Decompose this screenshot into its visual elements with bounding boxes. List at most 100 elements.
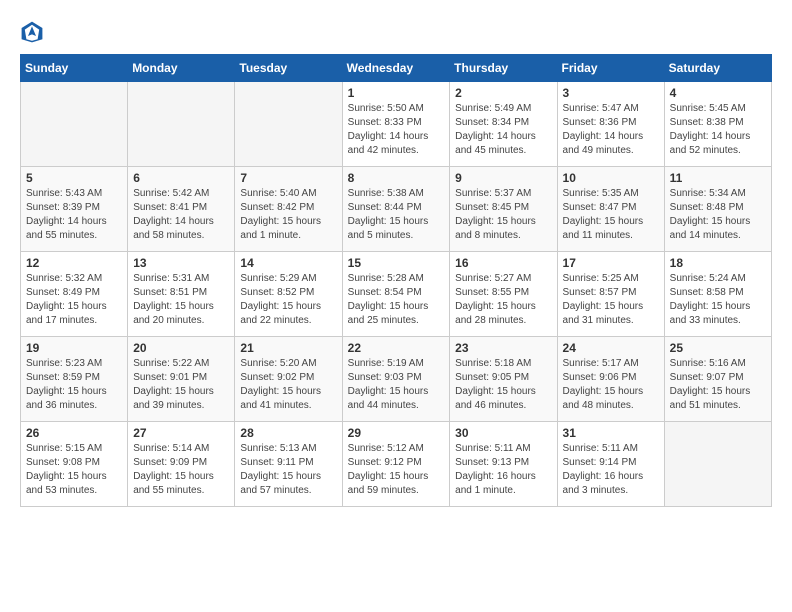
calendar-week-row: 1 Sunrise: 5:50 AM Sunset: 8:33 PM Daylig… [21,82,772,167]
day-number: 3 [563,86,659,100]
day-number: 1 [348,86,445,100]
weekday-header-sunday: Sunday [21,55,128,82]
calendar-day-cell: 30 Sunrise: 5:11 AM Sunset: 9:13 PM Dayli… [450,422,557,507]
calendar-day-cell: 7 Sunrise: 5:40 AM Sunset: 8:42 PM Daylig… [235,167,342,252]
day-info: Sunrise: 5:24 AM Sunset: 8:58 PM Dayligh… [670,272,766,328]
day-info: Sunrise: 5:31 AM Sunset: 8:51 PM Dayligh… [133,272,229,328]
calendar-day-cell: 22 Sunrise: 5:19 AM Sunset: 9:03 PM Dayli… [342,337,450,422]
generalblue-logo-icon [20,20,44,44]
day-info: Sunrise: 5:18 AM Sunset: 9:05 PM Dayligh… [455,357,551,413]
day-info: Sunrise: 5:16 AM Sunset: 9:07 PM Dayligh… [670,357,766,413]
day-info: Sunrise: 5:49 AM Sunset: 8:34 PM Dayligh… [455,102,551,158]
day-number: 11 [670,171,766,185]
calendar-week-row: 26 Sunrise: 5:15 AM Sunset: 9:08 PM Dayli… [21,422,772,507]
day-info: Sunrise: 5:47 AM Sunset: 8:36 PM Dayligh… [563,102,659,158]
calendar-day-cell [21,82,128,167]
day-info: Sunrise: 5:14 AM Sunset: 9:09 PM Dayligh… [133,442,229,498]
day-info: Sunrise: 5:28 AM Sunset: 8:54 PM Dayligh… [348,272,445,328]
weekday-header-saturday: Saturday [664,55,771,82]
day-number: 15 [348,256,445,270]
day-number: 20 [133,341,229,355]
page-header [20,20,772,44]
weekday-header-monday: Monday [128,55,235,82]
calendar-day-cell: 17 Sunrise: 5:25 AM Sunset: 8:57 PM Dayli… [557,252,664,337]
calendar-day-cell: 18 Sunrise: 5:24 AM Sunset: 8:58 PM Dayli… [664,252,771,337]
day-number: 22 [348,341,445,355]
calendar-day-cell: 20 Sunrise: 5:22 AM Sunset: 9:01 PM Dayli… [128,337,235,422]
day-number: 6 [133,171,229,185]
calendar-day-cell: 25Sunrise: 5:16 AM Sunset: 9:07 PM Dayli… [664,337,771,422]
day-info: Sunrise: 5:45 AM Sunset: 8:38 PM Dayligh… [670,102,766,158]
calendar-day-cell: 14 Sunrise: 5:29 AM Sunset: 8:52 PM Dayli… [235,252,342,337]
calendar-day-cell: 24 Sunrise: 5:17 AM Sunset: 9:06 PM Dayli… [557,337,664,422]
calendar-day-cell: 4 Sunrise: 5:45 AM Sunset: 8:38 PM Daylig… [664,82,771,167]
calendar-header-row: SundayMondayTuesdayWednesdayThursdayFrid… [21,55,772,82]
day-number: 27 [133,426,229,440]
weekday-header-friday: Friday [557,55,664,82]
day-number: 18 [670,256,766,270]
day-info: Sunrise: 5:35 AM Sunset: 8:47 PM Dayligh… [563,187,659,243]
calendar-day-cell [235,82,342,167]
day-info: Sunrise: 5:22 AM Sunset: 9:01 PM Dayligh… [133,357,229,413]
day-number: 12 [26,256,122,270]
day-number: 14 [240,256,336,270]
day-number: 29 [348,426,445,440]
day-number: 17 [563,256,659,270]
day-info: Sunrise: 5:23 AM Sunset: 8:59 PM Dayligh… [26,357,122,413]
logo [20,20,48,44]
calendar-day-cell: 5Sunrise: 5:43 AM Sunset: 8:39 PM Daylig… [21,167,128,252]
day-info: Sunrise: 5:20 AM Sunset: 9:02 PM Dayligh… [240,357,336,413]
day-number: 26 [26,426,122,440]
day-number: 13 [133,256,229,270]
calendar-week-row: 19Sunrise: 5:23 AM Sunset: 8:59 PM Dayli… [21,337,772,422]
day-info: Sunrise: 5:19 AM Sunset: 9:03 PM Dayligh… [348,357,445,413]
day-info: Sunrise: 5:38 AM Sunset: 8:44 PM Dayligh… [348,187,445,243]
calendar-day-cell: 16 Sunrise: 5:27 AM Sunset: 8:55 PM Dayli… [450,252,557,337]
day-info: Sunrise: 5:25 AM Sunset: 8:57 PM Dayligh… [563,272,659,328]
calendar-day-cell: 29 Sunrise: 5:12 AM Sunset: 9:12 PM Dayli… [342,422,450,507]
day-number: 8 [348,171,445,185]
day-info: Sunrise: 5:37 AM Sunset: 8:45 PM Dayligh… [455,187,551,243]
calendar-day-cell [128,82,235,167]
calendar-day-cell: 3 Sunrise: 5:47 AM Sunset: 8:36 PM Daylig… [557,82,664,167]
day-info: Sunrise: 5:11 AM Sunset: 9:14 PM Dayligh… [563,442,659,498]
day-number: 4 [670,86,766,100]
day-info: Sunrise: 5:15 AM Sunset: 9:08 PM Dayligh… [26,442,122,498]
calendar-day-cell: 1 Sunrise: 5:50 AM Sunset: 8:33 PM Daylig… [342,82,450,167]
day-info: Sunrise: 5:13 AM Sunset: 9:11 PM Dayligh… [240,442,336,498]
calendar-day-cell: 6 Sunrise: 5:42 AM Sunset: 8:41 PM Daylig… [128,167,235,252]
day-number: 31 [563,426,659,440]
day-number: 24 [563,341,659,355]
calendar-day-cell: 27 Sunrise: 5:14 AM Sunset: 9:09 PM Dayli… [128,422,235,507]
calendar-day-cell: 9 Sunrise: 5:37 AM Sunset: 8:45 PM Daylig… [450,167,557,252]
day-number: 16 [455,256,551,270]
day-info: Sunrise: 5:29 AM Sunset: 8:52 PM Dayligh… [240,272,336,328]
day-number: 21 [240,341,336,355]
calendar-day-cell: 23Sunrise: 5:18 AM Sunset: 9:05 PM Dayli… [450,337,557,422]
day-info: Sunrise: 5:40 AM Sunset: 8:42 PM Dayligh… [240,187,336,243]
day-info: Sunrise: 5:34 AM Sunset: 8:48 PM Dayligh… [670,187,766,243]
day-number: 28 [240,426,336,440]
day-info: Sunrise: 5:50 AM Sunset: 8:33 PM Dayligh… [348,102,445,158]
day-number: 2 [455,86,551,100]
calendar-day-cell: 26 Sunrise: 5:15 AM Sunset: 9:08 PM Dayli… [21,422,128,507]
calendar-day-cell: 12Sunrise: 5:32 AM Sunset: 8:49 PM Dayli… [21,252,128,337]
day-info: Sunrise: 5:12 AM Sunset: 9:12 PM Dayligh… [348,442,445,498]
day-number: 9 [455,171,551,185]
calendar-day-cell: 31 Sunrise: 5:11 AM Sunset: 9:14 PM Dayli… [557,422,664,507]
day-info: Sunrise: 5:27 AM Sunset: 8:55 PM Dayligh… [455,272,551,328]
day-info: Sunrise: 5:11 AM Sunset: 9:13 PM Dayligh… [455,442,551,498]
calendar-day-cell: 19Sunrise: 5:23 AM Sunset: 8:59 PM Dayli… [21,337,128,422]
calendar-day-cell [664,422,771,507]
calendar-week-row: 5Sunrise: 5:43 AM Sunset: 8:39 PM Daylig… [21,167,772,252]
weekday-header-thursday: Thursday [450,55,557,82]
calendar-day-cell: 2 Sunrise: 5:49 AM Sunset: 8:34 PM Daylig… [450,82,557,167]
calendar-day-cell: 13 Sunrise: 5:31 AM Sunset: 8:51 PM Dayli… [128,252,235,337]
day-number: 30 [455,426,551,440]
calendar-day-cell: 15 Sunrise: 5:28 AM Sunset: 8:54 PM Dayli… [342,252,450,337]
day-number: 7 [240,171,336,185]
day-info: Sunrise: 5:42 AM Sunset: 8:41 PM Dayligh… [133,187,229,243]
day-info: Sunrise: 5:17 AM Sunset: 9:06 PM Dayligh… [563,357,659,413]
calendar-day-cell: 8 Sunrise: 5:38 AM Sunset: 8:44 PM Daylig… [342,167,450,252]
day-info: Sunrise: 5:43 AM Sunset: 8:39 PM Dayligh… [26,187,122,243]
